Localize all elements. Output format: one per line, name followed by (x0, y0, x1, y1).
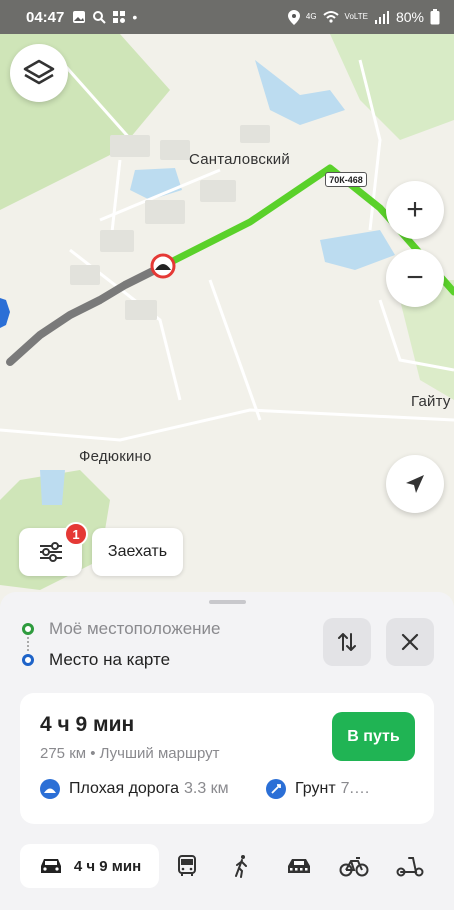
status-right: 4G VoLTE 80% (287, 9, 440, 25)
zoom-in-icon: + (406, 193, 424, 226)
scooter-icon (396, 857, 424, 877)
bus-icon (178, 855, 196, 876)
mode-scooter[interactable] (392, 848, 428, 884)
layers-button[interactable] (10, 44, 68, 102)
destination-dot-icon (22, 654, 34, 666)
map-label-gaitu: Гайту (411, 393, 451, 410)
mode-taxi[interactable] (281, 848, 317, 884)
battery-icon (430, 9, 440, 25)
destination-label: Место на карте (49, 650, 171, 669)
battery-percent: 80% (395, 9, 424, 25)
origin-dot-icon (22, 623, 34, 635)
taxi-icon (288, 859, 310, 873)
mode-bicycle[interactable] (336, 848, 372, 884)
layers-icon (23, 59, 55, 85)
mode-walk[interactable] (224, 848, 260, 884)
more-notifications-dot-icon: • (132, 9, 138, 25)
swap-icon (338, 633, 356, 651)
notification-icons: • (72, 9, 137, 25)
mode-car-duration: 4 ч 9 мин (73, 857, 142, 875)
car-icon (40, 859, 61, 873)
bad-road-icon (40, 779, 60, 799)
transport-modes: 4 ч 9 мин (0, 838, 454, 894)
mode-car[interactable]: 4 ч 9 мин (20, 844, 159, 888)
warning-bad-road: Плохая дорога 3.3 км (40, 779, 229, 799)
route-duration: 4 ч 9 мин (40, 713, 135, 736)
sheet-drag-handle[interactable] (209, 600, 246, 604)
walk-icon (235, 855, 247, 878)
map-label-fedyukino: Федюкино (79, 448, 152, 465)
warning-dirt-road-value: 7.… (340, 780, 370, 797)
location-pin-icon (287, 9, 300, 25)
route-summary-card[interactable]: 4 ч 9 мин 275 км • Лучший маршрут В путь… (20, 693, 434, 824)
volte-label: VoLTE (344, 12, 368, 21)
close-route-button[interactable] (386, 618, 434, 666)
start-navigation-button[interactable]: В путь (332, 712, 415, 761)
bicycle-icon (339, 857, 369, 877)
route-origin[interactable]: Моё местоположение (22, 619, 221, 639)
zoom-out-button[interactable]: − (386, 249, 444, 307)
sliders-icon (39, 542, 62, 562)
signal-icon (374, 11, 389, 24)
my-location-button[interactable] (386, 455, 444, 513)
navigation-arrow-icon (406, 475, 424, 493)
swap-route-button[interactable] (323, 618, 371, 666)
dirt-road-icon (266, 779, 286, 799)
zoom-out-icon: − (406, 261, 424, 294)
warning-bad-road-value: 3.3 км (183, 780, 229, 797)
mode-bus[interactable] (169, 848, 205, 884)
stopover-button[interactable]: Заехать (92, 528, 183, 576)
notification-app-icon (113, 11, 126, 23)
map-label-santalovsky: Санталовский (189, 151, 290, 168)
close-icon (401, 633, 419, 651)
route-details: 275 км • Лучший маршрут (40, 745, 220, 762)
network-4g-label: 4G (305, 12, 317, 21)
image-icon (73, 11, 86, 23)
status-bar: 04:47 • 4G VoLTE 80% (0, 0, 454, 34)
wifi-icon (322, 11, 339, 23)
route-destination[interactable]: Место на карте (22, 650, 170, 670)
origin-label: Моё местоположение (49, 619, 221, 638)
warning-dirt-road-label: Грунт (295, 780, 336, 797)
search-icon (93, 11, 107, 24)
warning-bad-road-label: Плохая дорога (69, 780, 179, 797)
road-number-badge: 70К-468 (325, 172, 367, 187)
zoom-in-button[interactable]: + (386, 181, 444, 239)
route-connector (27, 637, 29, 651)
options-count-badge: 1 (64, 522, 88, 546)
warning-dirt-road: Грунт 7.… (266, 779, 370, 799)
status-time: 04:47 (26, 8, 65, 26)
